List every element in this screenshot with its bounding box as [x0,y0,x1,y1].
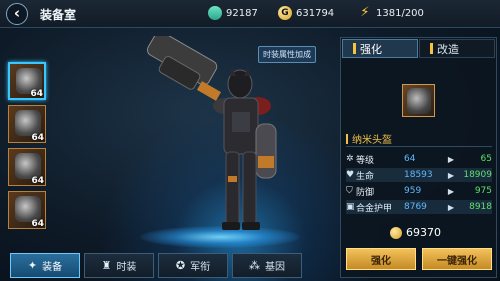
name-marker [346,133,348,144]
tab-marker [430,43,433,54]
arrow-icon: ▶ [447,186,455,196]
item-name: 纳米头盔 [346,131,392,146]
energy-counter: ⚡ 1381/200 [358,5,424,21]
shield-icon: ⛉ [346,186,353,196]
slot-level: 64 [31,133,44,143]
tab-label: 装备 [42,262,63,273]
slot-level: 64 [31,176,44,186]
back-arrow-icon[interactable]: ‹ [6,3,28,25]
stat-name: 生命 [356,171,375,182]
tab-costume[interactable]: ♜ 时装 [84,253,154,278]
divider [346,146,492,147]
hero-character[interactable] [140,36,300,246]
enhance-button[interactable]: 强化 [346,248,416,270]
stat-next: 65 [480,154,492,164]
gold-coin-icon: G [278,6,292,20]
costume-bonus-tooltip[interactable]: 时装属性加成 [258,46,316,63]
stat-current: 8769 [404,202,427,212]
stat-name: 合金护甲 [356,203,393,214]
stat-next: 8918 [469,202,492,212]
stat-row-alloy-armor: ▣ 合金护甲 8769 ▶ 8918 [346,200,492,214]
gear-icon: ✲ [346,154,354,164]
selected-item-icon [402,84,435,117]
stat-row-level: ✲ 等级 64 ▶ 65 [346,152,492,166]
stat-current: 64 [404,154,416,164]
equipment-slot-gloves[interactable]: 64 [8,148,46,186]
tab-modify[interactable]: 改造 [419,39,495,58]
tab-gene[interactable]: ⁂ 基因 [232,253,302,278]
arrow-icon: ▶ [447,154,455,164]
rank-icon: ✪ [175,259,186,272]
equipment-slot-boots[interactable]: 64 [8,191,46,229]
tab-label: 强化 [360,42,382,56]
gem-icon [205,3,225,23]
enhance-cost: 69370 [390,226,441,239]
tab-label: 改造 [437,42,459,56]
gold-counter: G 631794 [278,5,334,21]
stat-current: 959 [404,186,422,196]
stat-name: 等级 [356,155,375,166]
tab-equipment[interactable]: ✦ 装备 [10,253,80,278]
stat-current: 18593 [404,170,433,180]
tab-rank[interactable]: ✪ 军衔 [158,253,228,278]
one-click-enhance-button[interactable]: 一键强化 [422,248,492,270]
helmet-icon [407,88,431,114]
stat-name: 防御 [356,187,375,198]
heart-icon: ♥ [346,170,355,180]
stat-row-hp: ♥ 生命 18593 ▶ 18909 [346,168,492,182]
arrow-icon: ▶ [447,170,455,180]
top-bar: ‹ 装备室 92187 G 631794 ⚡ 1381/200 [0,0,500,28]
equipment-slot-armor[interactable]: 64 [8,105,46,143]
stat-next: 18909 [463,170,492,180]
gem-counter: 92187 [205,3,258,23]
page-title: 装备室 [40,8,77,22]
gene-icon: ⁂ [249,259,260,272]
tab-label: 军衔 [190,262,211,273]
gem-count: 92187 [226,7,258,19]
gold-coin-icon [390,226,402,239]
energy-count: 1381/200 [376,7,424,19]
stat-row-defense: ⛉ 防御 959 ▶ 975 [346,184,492,198]
item-name-text: 纳米头盔 [352,135,392,146]
costume-icon: ♜ [101,259,112,272]
gold-count: 631794 [296,7,335,19]
slot-level: 64 [31,219,44,229]
tab-label: 基因 [265,262,285,273]
tab-label: 时装 [116,262,137,273]
equipment-slot-helmet[interactable]: 64 [8,62,46,100]
energy-bolt-icon: ⚡ [360,5,370,20]
shirt-icon: ✦ [27,259,38,272]
arrow-icon: ▶ [447,202,455,212]
armor-icon: ▣ [346,202,355,212]
slot-level: 64 [30,89,43,99]
cost-value: 69370 [406,226,441,239]
tab-marker [353,43,356,54]
stat-next: 975 [474,186,492,196]
tab-enhance[interactable]: 强化 [342,39,418,58]
